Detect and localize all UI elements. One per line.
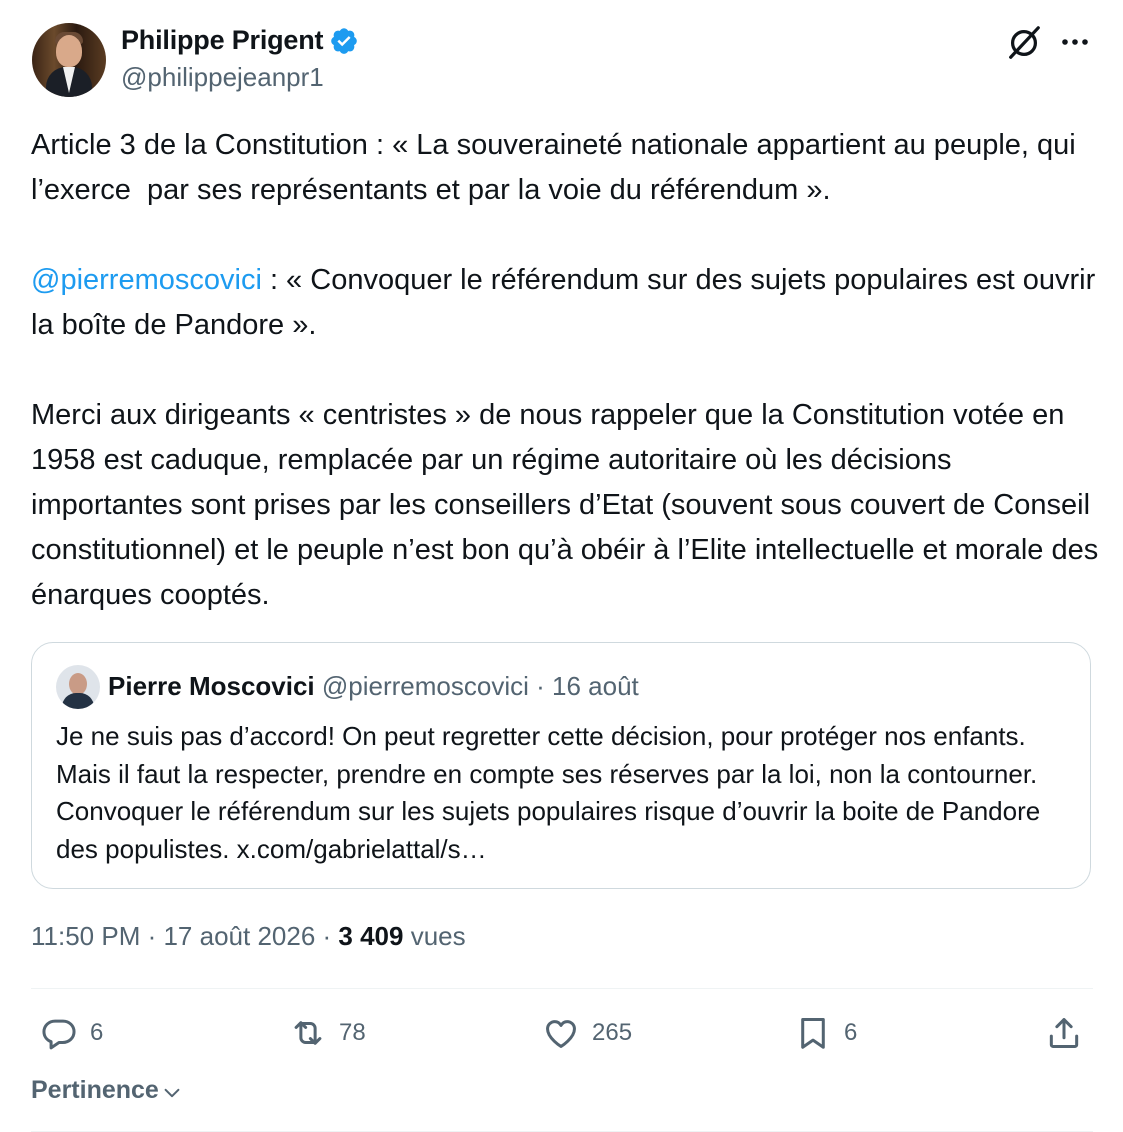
quoted-author-handle[interactable]: @pierremoscovici (322, 671, 529, 701)
tweet-paragraph: @pierremoscovici : « Convoquer le référe… (31, 258, 1101, 348)
tweet-time[interactable]: 11:50 PM (31, 921, 140, 951)
heart-icon (546, 1020, 576, 1048)
repost-count: 78 (339, 1019, 366, 1046)
repost-icon (294, 1021, 322, 1045)
bookmark-icon (801, 1018, 825, 1049)
quoted-tweet-text: Je ne suis pas d’accord! On peut regrett… (56, 721, 1041, 864)
like-count: 265 (592, 1019, 633, 1046)
separator: · (315, 921, 339, 951)
divider (31, 988, 1093, 989)
share-icon (1049, 1018, 1079, 1048)
views-label: vues (403, 921, 466, 951)
views-count: 3 409 (338, 921, 404, 951)
tweet-paragraph: Article 3 de la Constitution : « La souv… (31, 129, 1084, 206)
separator: · (528, 671, 552, 701)
sort-dropdown[interactable]: Pertinence (31, 1076, 183, 1105)
reply-button[interactable]: 6 (40, 1014, 103, 1052)
author-name-row: Philippe Prigent (121, 25, 359, 56)
mention-link[interactable]: @pierremoscovici (31, 264, 262, 296)
quoted-author-name[interactable]: Pierre Moscovici (108, 671, 315, 701)
author-handle[interactable]: @philippejeanpr1 (121, 62, 324, 93)
share-button[interactable] (1045, 1014, 1083, 1052)
tweet-date[interactable]: 17 août 2026 (163, 921, 315, 951)
reply-count: 6 (90, 1019, 104, 1046)
action-bar: 6 78 265 6 (0, 1006, 1123, 1062)
author-display-name[interactable]: Philippe Prigent (121, 25, 324, 56)
repost-button[interactable]: 78 (289, 1014, 366, 1052)
verified-badge-icon[interactable] (329, 26, 359, 56)
quoted-author-avatar[interactable] (56, 665, 100, 709)
tweet-body: Article 3 de la Constitution : « La souv… (31, 123, 1101, 618)
tweet-meta: 11:50 PM · 17 août 2026 · 3 409 vues (31, 921, 466, 952)
chevron-down-icon (164, 1088, 180, 1097)
separator: · (140, 921, 164, 951)
grok-icon[interactable] (1005, 24, 1043, 62)
tweet-paragraph: Merci aux dirigeants « centristes » de n… (31, 399, 1107, 611)
tweet: Philippe Prigent @philippejeanpr1 Articl… (0, 0, 1123, 1132)
quoted-tweet[interactable]: Pierre Moscovici @pierremoscovici · 16 a… (31, 642, 1091, 889)
like-button[interactable]: 265 (542, 1014, 632, 1052)
bookmark-button[interactable]: 6 (794, 1014, 857, 1052)
reply-icon (42, 1019, 76, 1050)
author-avatar[interactable] (32, 23, 106, 97)
quoted-tweet-date[interactable]: 16 août (552, 671, 639, 701)
quoted-tweet-header: Pierre Moscovici @pierremoscovici · 16 a… (108, 671, 639, 702)
sort-label: Pertinence (31, 1076, 159, 1104)
more-options-icon[interactable] (1059, 28, 1091, 56)
bookmark-count: 6 (844, 1019, 858, 1046)
